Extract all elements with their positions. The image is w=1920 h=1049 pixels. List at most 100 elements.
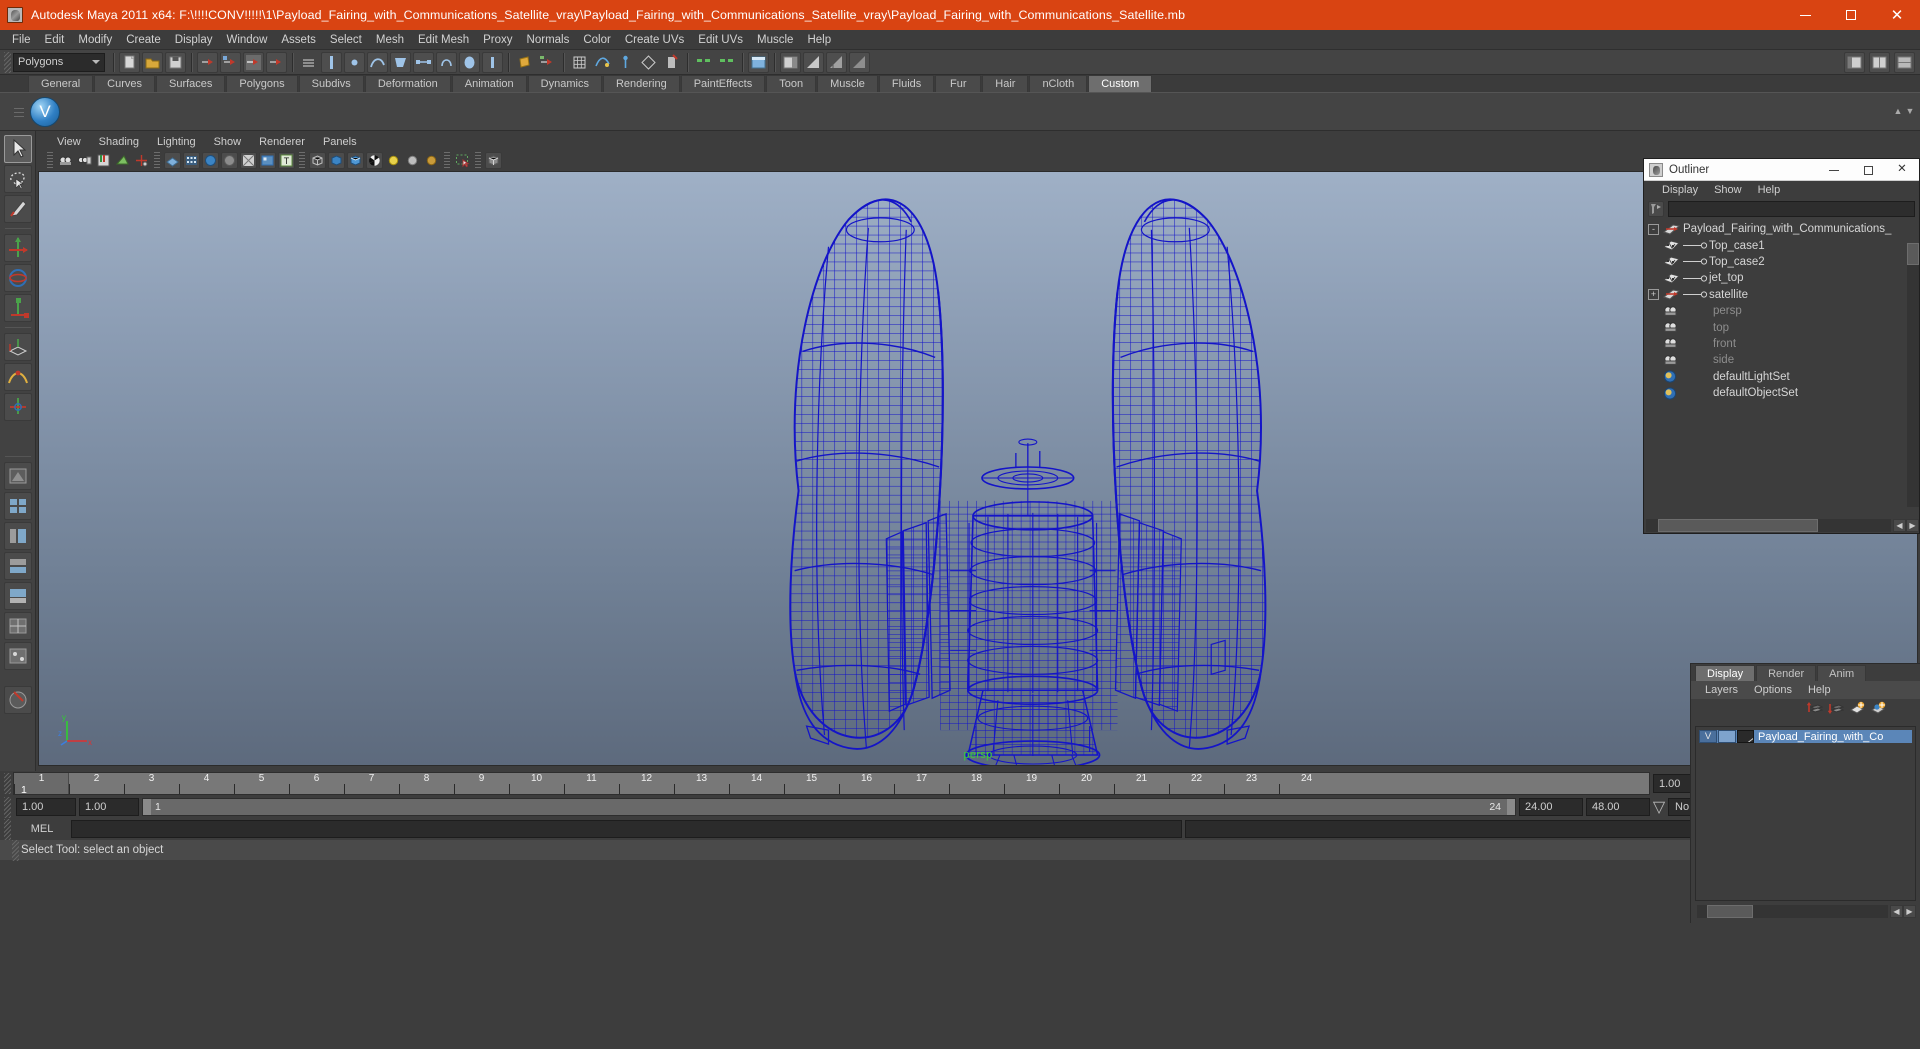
shelf-tab-animation[interactable]: Animation	[451, 75, 527, 92]
twopoint-resolution-icon[interactable]	[133, 152, 150, 169]
layer-list[interactable]: V Payload_Fairing_with_Co	[1695, 726, 1916, 901]
move-layer-down-icon[interactable]	[1828, 701, 1844, 715]
layer-editor-horizontal-scrollbar[interactable]	[1697, 904, 1888, 918]
quick-layout-persp-uv[interactable]	[3, 612, 32, 640]
new-layer-from-selected-icon[interactable]	[1870, 701, 1886, 715]
wireframe-shading-icon[interactable]	[309, 151, 326, 169]
mask-handles-button[interactable]	[321, 51, 342, 73]
shelf-tab-surfaces[interactable]: Surfaces	[155, 75, 226, 92]
menu-set-selector[interactable]: Polygons	[13, 52, 105, 72]
menu-select[interactable]: Select	[323, 31, 369, 49]
menu-edit-uvs[interactable]: Edit UVs	[691, 31, 750, 49]
outliner-menu-display[interactable]: Display	[1654, 184, 1706, 196]
command-input[interactable]	[71, 820, 1182, 838]
mask-misc-button[interactable]	[482, 51, 503, 73]
help-tool-button[interactable]	[3, 686, 32, 714]
quick-layout-single-perspective[interactable]	[3, 462, 32, 490]
menu-edit[interactable]: Edit	[38, 31, 72, 49]
outliner-item-payload-fairing-root[interactable]: - Payload_Fairing_with_Communications_	[1644, 221, 1919, 237]
shelf-scroll-up-icon[interactable]: ▲	[1892, 106, 1904, 118]
animation-end-time-field[interactable]: 48.00	[1586, 798, 1650, 816]
range-slider-bar[interactable]: 1 24	[142, 798, 1516, 816]
gate-mask-icon[interactable]	[221, 151, 238, 169]
statusline-grip[interactable]	[4, 51, 11, 73]
use-all-lights-icon[interactable]	[404, 152, 421, 169]
outliner-item-front[interactable]: front	[1644, 336, 1919, 352]
camera-attributes-icon[interactable]	[76, 152, 93, 169]
select-camera-icon[interactable]	[57, 152, 74, 169]
image-plane-icon[interactable]	[114, 152, 131, 169]
soft-modification-tool[interactable]	[3, 363, 32, 391]
outliner-scroll-left-icon[interactable]: ◀	[1893, 518, 1906, 532]
shadows-icon[interactable]	[423, 152, 440, 169]
shelf-tab-curves[interactable]: Curves	[94, 75, 155, 92]
viewport-menu-shading[interactable]: Shading	[90, 136, 148, 148]
select-by-hierarchy-button[interactable]	[197, 51, 218, 73]
outliner-item-jet-top[interactable]: jet_top	[1644, 270, 1919, 286]
shelf-grip[interactable]	[12, 93, 26, 131]
viewport-menu-show[interactable]: Show	[205, 136, 251, 148]
close-button[interactable]: ✕	[1874, 0, 1920, 30]
menu-help[interactable]: Help	[800, 31, 838, 49]
exposure-icon[interactable]	[240, 151, 257, 169]
new-empty-layer-icon[interactable]	[1849, 701, 1865, 715]
smooth-preview-icon[interactable]	[485, 151, 502, 169]
viewport-menu-renderer[interactable]: Renderer	[250, 136, 314, 148]
shelf-tab-muscle[interactable]: Muscle	[817, 75, 878, 92]
tab-render[interactable]: Render	[1756, 665, 1817, 681]
select-by-component-button[interactable]	[243, 51, 264, 73]
toggle-editors-button[interactable]	[1894, 52, 1915, 73]
lasso-select-tool[interactable]	[3, 165, 32, 193]
shelf-tab-ncloth[interactable]: nCloth	[1029, 75, 1088, 92]
mask-pivots-button[interactable]	[436, 51, 457, 73]
outliner-item-default-light-set[interactable]: defaultLightSet	[1644, 369, 1919, 385]
quick-layout-four-view[interactable]	[3, 492, 32, 520]
range-handle-right[interactable]	[1507, 799, 1515, 815]
outliner-item-default-object-set[interactable]: defaultObjectSet	[1644, 385, 1919, 401]
xray-select-icon[interactable]	[454, 152, 471, 169]
quick-layout-outliner-persp[interactable]	[3, 522, 32, 550]
show-hide-layer-editor-button[interactable]	[826, 51, 847, 73]
bookmark-icon[interactable]	[95, 152, 112, 169]
time-slider-grip[interactable]	[4, 773, 11, 794]
mask-points-button[interactable]	[344, 51, 365, 73]
show-hide-attribute-editor-button[interactable]	[849, 51, 870, 73]
outliner-scroll-right-icon[interactable]: ▶	[1906, 518, 1919, 532]
menu-modify[interactable]: Modify	[71, 31, 119, 49]
move-tool[interactable]	[3, 234, 32, 262]
shelf-tab-toon[interactable]: Toon	[766, 75, 817, 92]
menu-color[interactable]: Color	[576, 31, 617, 49]
menu-create[interactable]: Create	[119, 31, 168, 49]
outliner-hscroll-thumb[interactable]	[1658, 518, 1818, 532]
snap-to-curve-button[interactable]	[592, 52, 613, 73]
outliner-vscroll-thumb[interactable]	[1907, 243, 1919, 265]
menu-create-uvs[interactable]: Create UVs	[618, 31, 691, 49]
quick-layout-hypershade-persp[interactable]	[3, 552, 32, 580]
toggle-ui-elements-button[interactable]	[1844, 52, 1865, 73]
command-language-label[interactable]: MEL	[16, 823, 68, 835]
shelf-tab-dynamics[interactable]: Dynamics	[527, 75, 602, 92]
resolution-gate-icon[interactable]	[202, 151, 219, 169]
playback-start-time-field[interactable]: 1.00	[79, 798, 139, 816]
menu-assets[interactable]: Assets	[274, 31, 323, 49]
toggle-attribute-editor-button[interactable]	[748, 51, 769, 73]
layer-color-swatch[interactable]	[1737, 730, 1754, 743]
outliner-menu-show[interactable]: Show	[1706, 184, 1750, 196]
layer-editor-hscroll-thumb[interactable]	[1707, 904, 1753, 918]
outliner-item-persp[interactable]: persp	[1644, 303, 1919, 319]
menu-edit-mesh[interactable]: Edit Mesh	[411, 31, 476, 49]
help-line-grip[interactable]	[12, 839, 19, 861]
open-render-view-button[interactable]	[693, 52, 714, 73]
expand-collapse-icon[interactable]: +	[1648, 289, 1659, 301]
lock-selection-button[interactable]	[514, 52, 535, 73]
menu-muscle[interactable]: Muscle	[750, 31, 800, 49]
shelf-tab-fur[interactable]: Fur	[935, 75, 982, 92]
snap-to-grid-button[interactable]	[569, 52, 590, 73]
new-scene-button[interactable]	[119, 51, 140, 73]
range-handle-left[interactable]	[143, 799, 151, 815]
shelf-tab-rendering[interactable]: Rendering	[602, 75, 680, 92]
outliner-vertical-scrollbar[interactable]	[1907, 243, 1919, 507]
toggle-panel-layout-button[interactable]	[1869, 52, 1890, 73]
animation-start-time-field[interactable]: 1.00	[16, 798, 76, 816]
use-default-light-icon[interactable]	[385, 152, 402, 169]
